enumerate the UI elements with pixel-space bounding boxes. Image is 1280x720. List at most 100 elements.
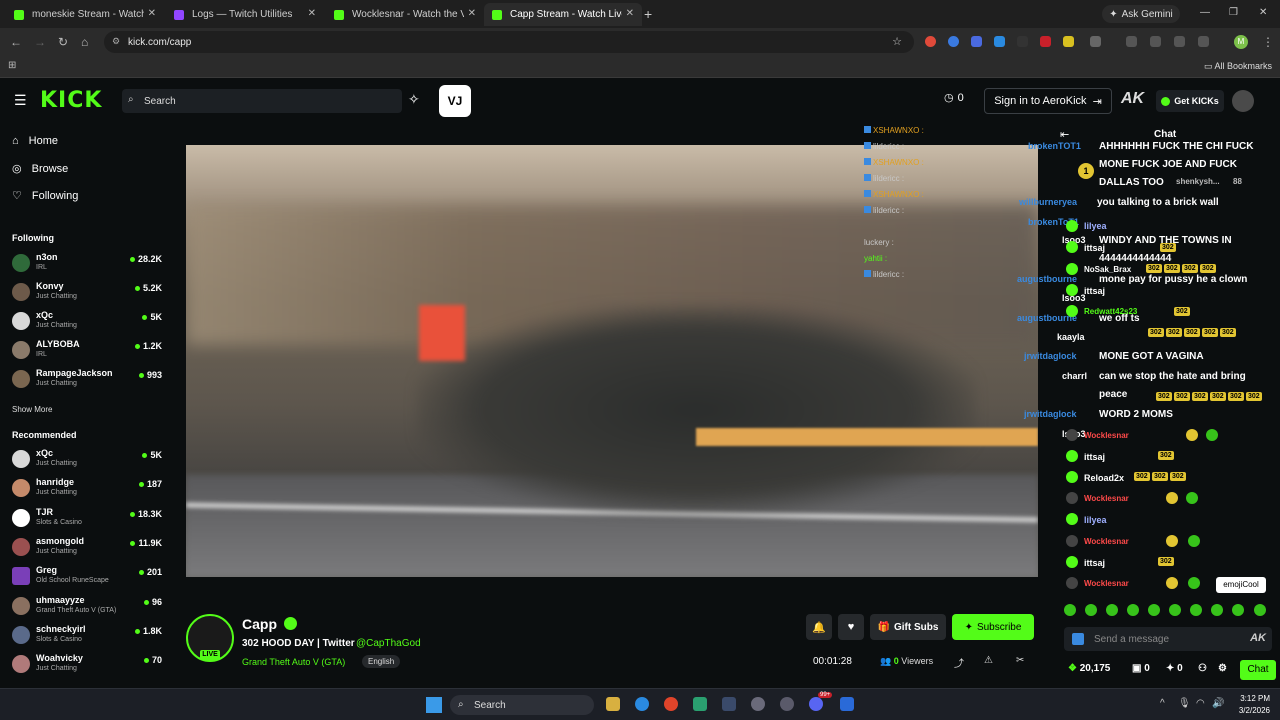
extension-icon[interactable]	[925, 36, 936, 47]
all-bookmarks-button[interactable]: ▭ All Bookmarks	[1204, 61, 1272, 72]
emote-icon[interactable]	[1127, 604, 1139, 616]
channel-item[interactable]: asmongold Just Chatting 11.9K	[12, 536, 162, 562]
chat-username[interactable]: Wocklesnar	[1084, 579, 1129, 588]
address-bar[interactable]: ⚙ kick.com/capp ☆	[104, 31, 914, 53]
spark-counter[interactable]: ✦ 0	[1166, 663, 1183, 674]
extension-icon[interactable]	[994, 36, 1005, 47]
steam-icon[interactable]	[722, 697, 736, 711]
discord-icon[interactable]	[809, 697, 823, 711]
close-tab-icon[interactable]: ✕	[148, 8, 156, 19]
kicks-balance[interactable]: ❖ 20,175	[1068, 663, 1110, 674]
new-tab-button[interactable]: +	[644, 6, 652, 22]
subscribe-button[interactable]: ✦ Subscribe	[952, 614, 1034, 640]
taskbar-search[interactable]: ⌕ Search	[450, 695, 594, 715]
aerokick-menu-icon[interactable]: AK	[1250, 632, 1266, 644]
sparkle-icon[interactable]: ✧	[408, 91, 420, 108]
chat-username[interactable]: ittsaj	[1084, 558, 1105, 568]
chat-username[interactable]: Wocklesnar	[1084, 537, 1129, 546]
chat-message-input[interactable]: Send a message AK	[1064, 627, 1272, 651]
sign-in-aerokick-button[interactable]: Sign in to AeroKick ⇥	[984, 88, 1112, 114]
extension-icon[interactable]	[948, 36, 959, 47]
emote-cool-icon[interactable]	[1232, 604, 1244, 616]
download-icon[interactable]	[1198, 36, 1209, 47]
extension-logo-icon[interactable]: VJ	[439, 85, 471, 117]
ask-gemini-button[interactable]: ✦ Ask Gemini	[1102, 5, 1180, 23]
menu-dots-icon[interactable]: ⋮	[1262, 35, 1274, 49]
volume-icon[interactable]: 🔊	[1212, 698, 1224, 709]
apps-grid-icon[interactable]: ⊞	[8, 60, 16, 71]
nav-home[interactable]: ⌂ Home	[12, 135, 58, 147]
chat-username[interactable]: NoSak_Brax	[1084, 265, 1131, 274]
file-explorer-icon[interactable]	[606, 697, 620, 711]
minimize-icon[interactable]: —	[1200, 7, 1210, 18]
emote-icon[interactable]	[1085, 604, 1097, 616]
twitter-link[interactable]: @CapThaGod	[356, 638, 421, 649]
app-icon[interactable]	[780, 697, 794, 711]
reload-icon[interactable]: ↻	[58, 35, 68, 49]
profile-avatar[interactable]: M	[1234, 35, 1248, 49]
wifi-icon[interactable]: ◠	[1196, 698, 1205, 709]
chat-username[interactable]: lilyea	[1084, 515, 1107, 525]
windows-start-icon[interactable]	[426, 697, 442, 713]
get-kicks-button[interactable]: Get KICKs	[1156, 90, 1224, 112]
bookmarks-icon[interactable]	[1174, 36, 1185, 47]
chat-username[interactable]: Redwatt42s23	[1084, 307, 1137, 316]
channel-item[interactable]: RampageJackson Just Chatting 993	[12, 368, 162, 394]
chrome-icon[interactable]	[664, 697, 678, 711]
site-info-icon[interactable]: ⚙	[112, 36, 120, 47]
emote-icon[interactable]	[1211, 604, 1223, 616]
kick-logo[interactable]: KICK	[40, 88, 102, 113]
stream-category[interactable]: Grand Theft Auto V (GTA)	[242, 657, 345, 667]
channel-item[interactable]: Woahvicky Just Chatting 70	[12, 653, 162, 679]
app-icon[interactable]	[693, 697, 707, 711]
channel-item[interactable]: TJR Slots & Casino 18.3K	[12, 507, 162, 533]
cast-icon[interactable]	[1126, 36, 1137, 47]
close-tab-icon[interactable]: ✕	[308, 8, 316, 19]
nav-following[interactable]: ♡ Following	[12, 189, 78, 203]
hamburger-menu-icon[interactable]: ☰	[14, 92, 27, 109]
emote-icon[interactable]	[1169, 604, 1181, 616]
extension-icon[interactable]	[1017, 36, 1028, 47]
chat-username[interactable]: ittsaj	[1084, 286, 1105, 296]
emote-icon[interactable]	[1064, 604, 1076, 616]
edge-icon[interactable]	[635, 697, 649, 711]
app-icon[interactable]	[840, 697, 854, 711]
channel-item[interactable]: Greg Old School RuneScape 201	[12, 565, 162, 591]
restore-icon[interactable]: ❐	[1229, 7, 1238, 18]
close-tab-icon[interactable]: ✕	[468, 8, 476, 19]
home-browser-icon[interactable]: ⌂	[81, 35, 88, 49]
points-counter[interactable]: ▣ 0	[1132, 663, 1150, 674]
extension-icon[interactable]	[1063, 36, 1074, 47]
extension-icon[interactable]	[1040, 36, 1051, 47]
bell-icon[interactable]: 🔔	[806, 614, 832, 640]
browser-tab[interactable]: Logs — Twitch Utilities ✕	[166, 3, 324, 26]
chat-username[interactable]: ittsaj	[1084, 452, 1105, 462]
app-icon[interactable]	[751, 697, 765, 711]
notification-counter[interactable]: ◷ 0	[944, 91, 964, 105]
system-clock[interactable]: 3:12 PM 3/2/2026	[1230, 693, 1270, 717]
video-player[interactable]	[186, 145, 1038, 577]
link-icon[interactable]	[1150, 36, 1161, 47]
browser-tab[interactable]: moneskie Stream - Watch Live ✕	[6, 3, 164, 26]
close-window-icon[interactable]: ✕	[1259, 7, 1267, 18]
close-tab-icon[interactable]: ✕	[626, 8, 634, 19]
forward-icon[interactable]: →	[34, 35, 46, 49]
chat-username[interactable]: Reload2x	[1084, 473, 1124, 483]
clip-icon[interactable]: ✂	[1016, 655, 1024, 666]
channel-item[interactable]: xQc Just Chatting 5K	[12, 310, 162, 336]
nav-browse[interactable]: ◎ Browse	[12, 162, 68, 176]
emote-icon[interactable]	[1190, 604, 1202, 616]
language-tag[interactable]: English	[362, 655, 401, 668]
browser-tab[interactable]: Wocklesnar - Watch the VOD o ✕	[326, 3, 484, 26]
user-avatar[interactable]	[1232, 90, 1254, 112]
chat-username[interactable]: Wocklesnar	[1084, 431, 1129, 440]
chat-send-button[interactable]: Chat	[1240, 660, 1276, 680]
show-more-button[interactable]: Show More	[12, 405, 52, 414]
gear-icon[interactable]: ⚙	[1218, 663, 1227, 674]
tray-chevron-icon[interactable]: ^	[1160, 698, 1165, 709]
back-icon[interactable]: ←	[10, 35, 22, 49]
channel-item[interactable]: hanridge Just Chatting 187	[12, 477, 162, 503]
channel-item[interactable]: uhmaayyze Grand Theft Auto V (GTA) 96	[12, 595, 162, 621]
extension-icon[interactable]	[971, 36, 982, 47]
gift-subs-button[interactable]: 🎁 Gift Subs	[870, 614, 946, 640]
